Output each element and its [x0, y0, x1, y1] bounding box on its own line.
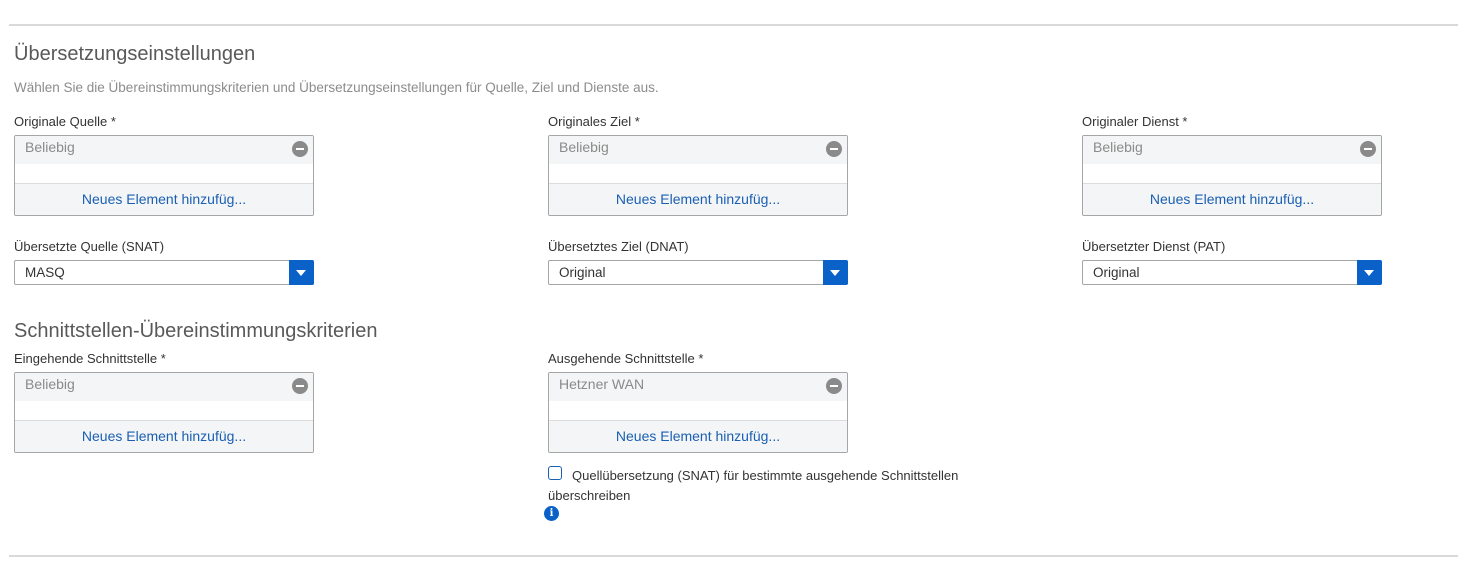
- translated-service-label: Übersetzter Dienst (PAT): [1082, 239, 1226, 254]
- translated-source-label: Übersetzte Quelle (SNAT): [14, 239, 165, 254]
- add-element-link[interactable]: Neues Element hinzufüg...: [15, 420, 313, 452]
- add-element-link[interactable]: Neues Element hinzufüg...: [549, 183, 847, 215]
- chevron-down-icon[interactable]: [1357, 260, 1382, 285]
- chevron-down-icon[interactable]: [289, 260, 314, 285]
- snat-override-label[interactable]: Quellübersetzung (SNAT) für bestimmte au…: [548, 466, 1008, 506]
- interface-criteria-title: Schnittstellen-Übereinstimmungskriterien: [14, 320, 378, 342]
- outbound-interface-label: Ausgehende Schnittstelle *: [548, 351, 704, 366]
- original-service-label: Originaler Dienst *: [1082, 114, 1188, 129]
- remove-icon[interactable]: [1360, 141, 1376, 157]
- info-icon[interactable]: i: [544, 506, 559, 521]
- remove-icon[interactable]: [826, 378, 842, 394]
- translation-settings-description: Wählen Sie die Übereinstimmungskriterien…: [14, 80, 659, 95]
- add-element-link[interactable]: Neues Element hinzufüg...: [1083, 183, 1381, 215]
- bottom-divider: [9, 555, 1458, 557]
- translated-destination-label: Übersetztes Ziel (DNAT): [548, 239, 689, 254]
- outbound-interface-list: Hetzner WAN Neues Element hinzufüg...: [548, 372, 848, 453]
- list-item: Hetzner WAN: [549, 373, 847, 401]
- inbound-interface-list: Beliebig Neues Element hinzufüg...: [14, 372, 314, 453]
- original-source-list: Beliebig Neues Element hinzufüg...: [14, 135, 314, 216]
- list-item-label: Beliebig: [25, 139, 75, 155]
- original-destination-list: Beliebig Neues Element hinzufüg...: [548, 135, 848, 216]
- translation-settings-title: Übersetzungseinstellungen: [14, 43, 256, 65]
- list-item: Beliebig: [549, 136, 847, 164]
- list-item-label: Beliebig: [1093, 139, 1143, 155]
- original-source-label: Originale Quelle *: [14, 114, 116, 129]
- translated-service-select[interactable]: Original: [1082, 260, 1382, 285]
- translated-source-select[interactable]: MASQ: [14, 260, 314, 285]
- top-divider: [9, 24, 1458, 26]
- add-element-link[interactable]: Neues Element hinzufüg...: [549, 420, 847, 452]
- add-element-link[interactable]: Neues Element hinzufüg...: [15, 183, 313, 215]
- select-value: MASQ: [25, 265, 65, 280]
- list-item: Beliebig: [15, 136, 313, 164]
- original-destination-label: Originales Ziel *: [548, 114, 640, 129]
- remove-icon[interactable]: [826, 141, 842, 157]
- list-item-label: Hetzner WAN: [559, 376, 645, 392]
- chevron-down-icon[interactable]: [823, 260, 848, 285]
- select-value: Original: [1093, 265, 1140, 280]
- original-service-list: Beliebig Neues Element hinzufüg...: [1082, 135, 1382, 216]
- list-item: Beliebig: [15, 373, 313, 401]
- remove-icon[interactable]: [292, 378, 308, 394]
- list-item-label: Beliebig: [25, 376, 75, 392]
- list-item-label: Beliebig: [559, 139, 609, 155]
- remove-icon[interactable]: [292, 141, 308, 157]
- inbound-interface-label: Eingehende Schnittstelle *: [14, 351, 166, 366]
- select-value: Original: [559, 265, 606, 280]
- translated-destination-select[interactable]: Original: [548, 260, 848, 285]
- list-item: Beliebig: [1083, 136, 1381, 164]
